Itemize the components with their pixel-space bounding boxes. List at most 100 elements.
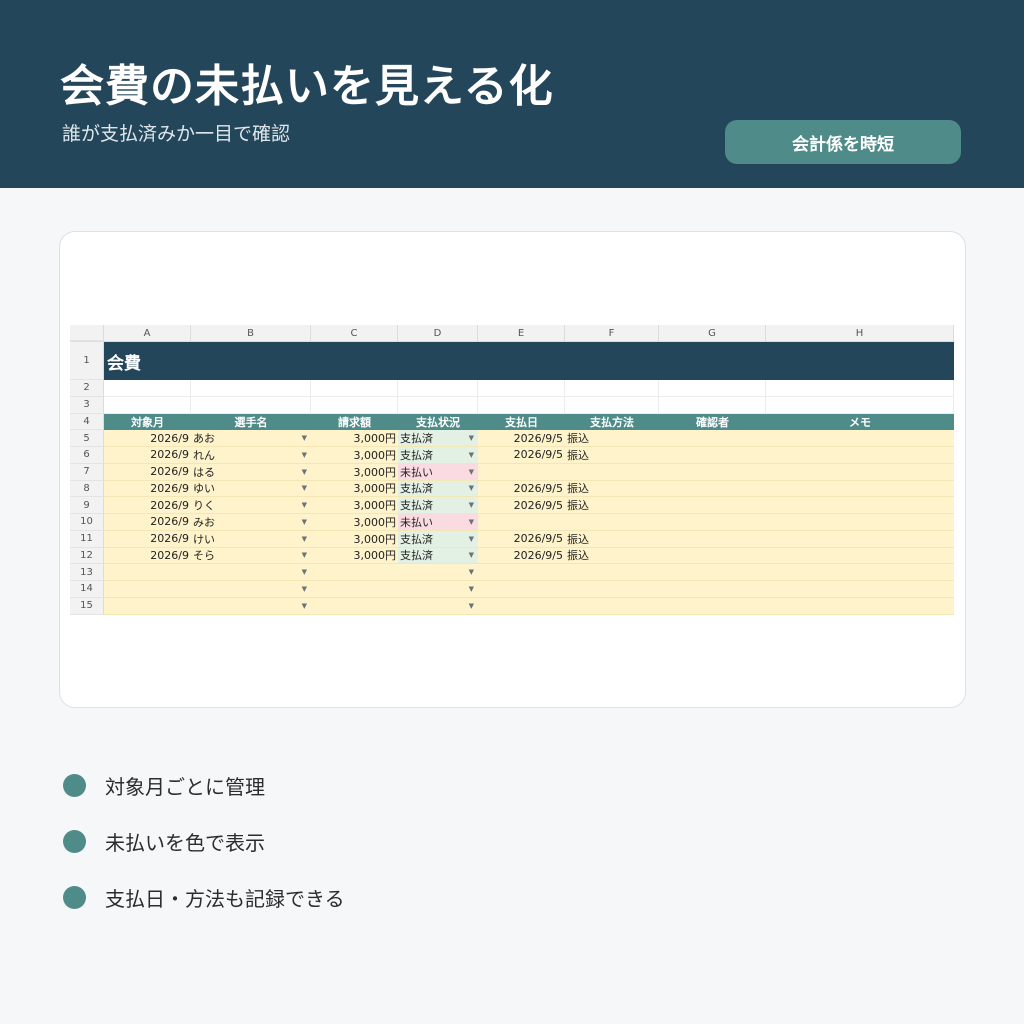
amount-cell[interactable]: 3,000円 bbox=[311, 547, 398, 565]
payment-status-dropdown[interactable]: ▼ bbox=[398, 581, 478, 598]
column-header-e[interactable]: E bbox=[478, 325, 565, 341]
select-all-corner[interactable] bbox=[70, 325, 104, 341]
chevron-down-icon[interactable]: ▼ bbox=[302, 464, 307, 480]
memo-cell[interactable] bbox=[766, 597, 954, 615]
chevron-down-icon[interactable]: ▼ bbox=[302, 447, 307, 463]
payment-date-cell[interactable] bbox=[478, 564, 565, 581]
memo-cell[interactable] bbox=[766, 463, 954, 481]
month-cell[interactable] bbox=[104, 597, 191, 615]
payment-status-dropdown[interactable]: 支払済 ▼ bbox=[398, 447, 478, 464]
sheet-cell[interactable] bbox=[104, 396, 191, 414]
row-number[interactable]: 2 bbox=[70, 380, 104, 397]
payment-status-dropdown[interactable]: ▼ bbox=[398, 597, 478, 615]
row-number[interactable]: 12 bbox=[70, 547, 104, 565]
amount-cell[interactable] bbox=[311, 581, 398, 598]
payment-date-cell[interactable] bbox=[478, 514, 565, 531]
sheet-cell[interactable] bbox=[104, 380, 191, 397]
amount-cell[interactable]: 3,000円 bbox=[311, 430, 398, 447]
payment-date-cell[interactable] bbox=[478, 597, 565, 615]
month-cell[interactable]: 2026/9 bbox=[104, 497, 191, 514]
sheet-cell[interactable] bbox=[766, 380, 954, 397]
chevron-down-icon[interactable]: ▼ bbox=[469, 564, 474, 580]
payment-method-cell[interactable] bbox=[565, 463, 659, 481]
amount-cell[interactable] bbox=[311, 564, 398, 581]
sheet-cell[interactable] bbox=[766, 396, 954, 414]
payment-method-cell[interactable]: 振込 bbox=[565, 547, 659, 565]
column-header-b[interactable]: B bbox=[191, 325, 311, 341]
memo-cell[interactable] bbox=[766, 547, 954, 565]
chevron-down-icon[interactable]: ▼ bbox=[302, 514, 307, 530]
chevron-down-icon[interactable]: ▼ bbox=[302, 564, 307, 580]
payment-status-dropdown[interactable]: 支払済 ▼ bbox=[398, 497, 478, 514]
chevron-down-icon[interactable]: ▼ bbox=[302, 598, 307, 614]
chevron-down-icon[interactable]: ▼ bbox=[469, 430, 474, 446]
confirmer-cell[interactable] bbox=[659, 497, 766, 514]
column-header-h[interactable]: H bbox=[766, 325, 954, 341]
column-header-f[interactable]: F bbox=[565, 325, 659, 341]
confirmer-cell[interactable] bbox=[659, 547, 766, 565]
payment-status-dropdown[interactable]: 未払い ▼ bbox=[398, 463, 478, 481]
column-header-c[interactable]: C bbox=[311, 325, 398, 341]
payment-date-cell[interactable]: 2026/9/5 bbox=[478, 497, 565, 514]
payment-method-cell[interactable] bbox=[565, 597, 659, 615]
player-name-cell[interactable]: みお ▼ bbox=[191, 514, 311, 531]
chevron-down-icon[interactable]: ▼ bbox=[469, 598, 474, 614]
payment-status-dropdown[interactable]: 支払済 ▼ bbox=[398, 430, 478, 447]
memo-cell[interactable] bbox=[766, 514, 954, 531]
row-number[interactable]: 8 bbox=[70, 480, 104, 498]
month-cell[interactable]: 2026/9 bbox=[104, 463, 191, 481]
payment-date-cell[interactable]: 2026/9/5 bbox=[478, 447, 565, 464]
row-number[interactable]: 7 bbox=[70, 463, 104, 481]
month-cell[interactable]: 2026/9 bbox=[104, 530, 191, 548]
chevron-down-icon[interactable]: ▼ bbox=[302, 481, 307, 497]
payment-date-cell[interactable] bbox=[478, 581, 565, 598]
payment-method-cell[interactable]: 振込 bbox=[565, 480, 659, 498]
payment-status-dropdown[interactable]: 支払済 ▼ bbox=[398, 530, 478, 548]
sheet-cell[interactable] bbox=[191, 396, 311, 414]
chevron-down-icon[interactable]: ▼ bbox=[469, 581, 474, 597]
table-header-cell[interactable]: 支払日 bbox=[478, 413, 565, 431]
chevron-down-icon[interactable]: ▼ bbox=[302, 430, 307, 446]
month-cell[interactable]: 2026/9 bbox=[104, 514, 191, 531]
amount-cell[interactable]: 3,000円 bbox=[311, 514, 398, 531]
memo-cell[interactable] bbox=[766, 564, 954, 581]
table-header-cell[interactable]: 確認者 bbox=[659, 413, 766, 431]
sheet-cell[interactable] bbox=[398, 396, 478, 414]
player-name-cell[interactable]: あお ▼ bbox=[191, 430, 311, 447]
amount-cell[interactable]: 3,000円 bbox=[311, 447, 398, 464]
column-header-a[interactable]: A bbox=[104, 325, 191, 341]
sheet-cell[interactable] bbox=[659, 396, 766, 414]
sheet-cell[interactable] bbox=[398, 380, 478, 397]
chevron-down-icon[interactable]: ▼ bbox=[469, 548, 474, 564]
table-header-cell[interactable]: 対象月 bbox=[104, 413, 191, 431]
payment-date-cell[interactable]: 2026/9/5 bbox=[478, 530, 565, 548]
memo-cell[interactable] bbox=[766, 581, 954, 598]
amount-cell[interactable] bbox=[311, 597, 398, 615]
chevron-down-icon[interactable]: ▼ bbox=[469, 464, 474, 480]
payment-status-dropdown[interactable]: ▼ bbox=[398, 564, 478, 581]
player-name-cell[interactable]: ▼ bbox=[191, 597, 311, 615]
chevron-down-icon[interactable]: ▼ bbox=[469, 514, 474, 530]
player-name-cell[interactable]: はる ▼ bbox=[191, 463, 311, 481]
row-number[interactable]: 6 bbox=[70, 447, 104, 464]
column-header-g[interactable]: G bbox=[659, 325, 766, 341]
payment-method-cell[interactable]: 振込 bbox=[565, 430, 659, 447]
row-number[interactable]: 11 bbox=[70, 530, 104, 548]
amount-cell[interactable]: 3,000円 bbox=[311, 480, 398, 498]
player-name-cell[interactable]: ▼ bbox=[191, 581, 311, 598]
memo-cell[interactable] bbox=[766, 447, 954, 464]
player-name-cell[interactable]: れん ▼ bbox=[191, 447, 311, 464]
player-name-cell[interactable]: ▼ bbox=[191, 564, 311, 581]
amount-cell[interactable]: 3,000円 bbox=[311, 463, 398, 481]
chevron-down-icon[interactable]: ▼ bbox=[302, 531, 307, 547]
payment-date-cell[interactable]: 2026/9/5 bbox=[478, 547, 565, 565]
confirmer-cell[interactable] bbox=[659, 514, 766, 531]
confirmer-cell[interactable] bbox=[659, 480, 766, 498]
payment-date-cell[interactable] bbox=[478, 463, 565, 481]
confirmer-cell[interactable] bbox=[659, 581, 766, 598]
month-cell[interactable] bbox=[104, 564, 191, 581]
payment-method-cell[interactable] bbox=[565, 514, 659, 531]
payment-method-cell[interactable] bbox=[565, 581, 659, 598]
sheet-cell[interactable] bbox=[565, 380, 659, 397]
table-header-cell[interactable]: 支払方法 bbox=[565, 413, 659, 431]
